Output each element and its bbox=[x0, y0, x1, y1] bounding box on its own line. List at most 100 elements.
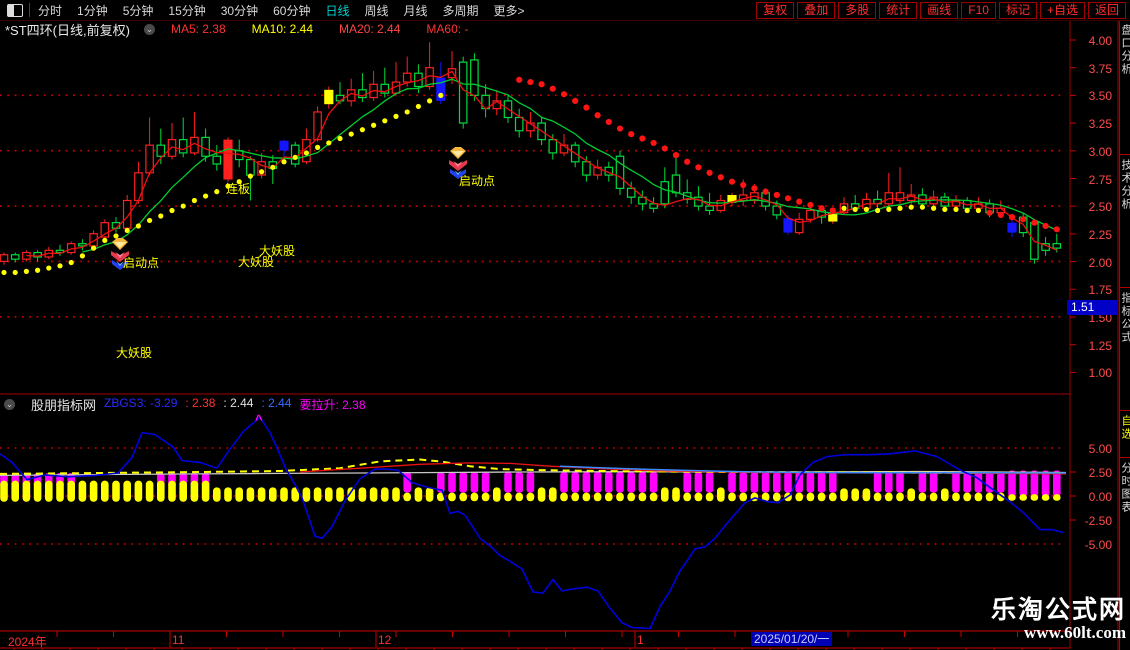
trend-dot-yellow bbox=[68, 259, 74, 266]
indicator-bar-yellow bbox=[705, 492, 714, 502]
indicator-header: ⌄ 股朋指标网 ZBGS3: -3.29: 2.38: 2.44: 2.44 要拉… bbox=[4, 395, 374, 413]
trend-dot-yellow bbox=[897, 205, 903, 211]
indicator-bar-yellow bbox=[683, 492, 691, 502]
indicator-value-2: : 2.44 bbox=[223, 395, 254, 410]
indicator-bar-yellow bbox=[403, 492, 411, 502]
indicator-bar-yellow bbox=[78, 480, 87, 502]
trend-dot-red bbox=[728, 178, 736, 185]
indicator-bar-magenta bbox=[773, 472, 781, 493]
price-axis-label: 3.25 bbox=[1088, 117, 1112, 132]
trend-dot-yellow bbox=[270, 164, 276, 170]
indicator-bar-magenta bbox=[817, 472, 826, 493]
chevron-down-circle-icon[interactable]: ⌄ bbox=[143, 23, 155, 35]
candle-body-marked bbox=[324, 89, 334, 105]
indicator-bar-yellow bbox=[168, 480, 176, 502]
sidebar-tab-2[interactable]: 指标公式 bbox=[1120, 288, 1130, 411]
tab-period-1[interactable]: 1分钟 bbox=[77, 2, 108, 19]
indicator-bar-magenta bbox=[481, 472, 490, 493]
trend-dot-yellow bbox=[191, 197, 197, 204]
toolbar-button-复权[interactable]: 复权 bbox=[756, 1, 795, 19]
trend-dot-yellow bbox=[203, 193, 209, 199]
tab-period-6[interactable]: 日线 bbox=[325, 2, 349, 19]
toolbar-button-返回[interactable]: 返回 bbox=[1087, 1, 1126, 19]
sidebar-tab-3[interactable]: 自选 bbox=[1120, 411, 1130, 458]
candle-body bbox=[1052, 243, 1062, 249]
top-toolbar: 分时 1分钟 5分钟 15分钟 30分钟 60分钟 日线 周线 月线 多周期 更多> 复权 叠加 多股统… bbox=[0, 0, 1130, 21]
trend-dot-yellow bbox=[841, 205, 847, 211]
indicator-bar-yellow bbox=[481, 492, 490, 502]
chart-canvas[interactable]: ^ bbox=[0, 0, 1130, 650]
candle-body bbox=[582, 161, 591, 176]
indicator-bar-yellow bbox=[493, 487, 501, 502]
indicator-bar-yellow bbox=[414, 487, 423, 502]
stock-title: *ST四环(日线,前复权) bbox=[5, 22, 130, 38]
indicator-bar-yellow bbox=[280, 487, 288, 502]
tab-period-0[interactable]: 分时 bbox=[38, 2, 62, 19]
price-axis-label: 3.50 bbox=[1088, 89, 1112, 104]
trend-dot-yellow bbox=[57, 263, 63, 269]
toolbar-button-统计[interactable]: 统计 bbox=[879, 1, 918, 19]
trend-dot-red bbox=[706, 169, 713, 176]
toolbar-button-画线[interactable]: 画线 bbox=[920, 1, 959, 19]
toolbar-button-F10[interactable]: F10 bbox=[961, 1, 996, 19]
indicator-bar-yellow bbox=[829, 492, 837, 502]
indicator-bar-yellow bbox=[616, 492, 624, 502]
indicator-bar-magenta bbox=[571, 472, 579, 493]
indicator-bar-yellow bbox=[638, 492, 647, 502]
tab-period-7[interactable]: 周线 bbox=[364, 2, 388, 19]
indicator-bar-yellow bbox=[537, 487, 546, 502]
trend-dot-red bbox=[661, 145, 668, 152]
indicator-bar-magenta bbox=[605, 472, 613, 493]
indicator-bar-yellow bbox=[190, 480, 199, 502]
tab-period-10[interactable]: 更多> bbox=[494, 2, 525, 19]
sidebar-tab-1[interactable]: 技术分析 bbox=[1120, 155, 1130, 288]
time-axis-label: 11 bbox=[172, 633, 185, 647]
indicator-bar-yellow bbox=[1041, 494, 1050, 501]
window-split-icon[interactable] bbox=[7, 3, 23, 17]
chevron-down-circle-icon[interactable]: ⌄ bbox=[4, 398, 15, 410]
tab-period-9[interactable]: 多周期 bbox=[443, 2, 479, 19]
tab-period-5[interactable]: 60分钟 bbox=[273, 2, 310, 19]
trend-dot-yellow bbox=[281, 159, 287, 165]
ma-value-group: MA5: 2.38 MA10: 2.44 MA20: 2.44 MA60: - bbox=[171, 22, 494, 36]
trend-dot-red bbox=[717, 174, 724, 181]
indicator-bar-yellow bbox=[918, 492, 927, 502]
candle-body bbox=[671, 174, 681, 194]
indicator-bar-yellow bbox=[448, 492, 456, 502]
indicator-bar-magenta bbox=[705, 472, 714, 493]
candle-body bbox=[548, 139, 558, 154]
selected-date-tag[interactable]: 2025/01/20/一 bbox=[751, 632, 833, 646]
trend-dot-yellow bbox=[91, 245, 97, 251]
trend-dot-red bbox=[1053, 226, 1060, 233]
trend-dot-yellow bbox=[292, 154, 298, 160]
tab-period-2[interactable]: 5分钟 bbox=[123, 2, 154, 19]
tab-period-3[interactable]: 15分钟 bbox=[168, 2, 205, 19]
toolbar-button-+自选[interactable]: +自选 bbox=[1039, 1, 1085, 19]
toolbar-button-叠加[interactable]: 叠加 bbox=[797, 1, 836, 19]
tab-period-4[interactable]: 30分钟 bbox=[221, 2, 258, 19]
indicator-bar-yellow bbox=[89, 480, 98, 502]
indicator-bar-magenta bbox=[1008, 470, 1016, 497]
watermark-site-name: 乐淘公式网 bbox=[990, 596, 1126, 624]
indicator-value-3: : 2.44 bbox=[261, 395, 292, 410]
indicator-bar-yellow bbox=[425, 487, 434, 502]
indicator-bar-yellow bbox=[1030, 494, 1039, 501]
toolbar-button-标记[interactable]: 标记 bbox=[998, 1, 1037, 19]
indicator-bar-yellow bbox=[672, 487, 680, 502]
tab-period-8[interactable]: 月线 bbox=[404, 2, 428, 19]
candle-body bbox=[201, 136, 210, 157]
watermark-url: www.60lt.com bbox=[1024, 623, 1126, 642]
price-axis-label: 3.75 bbox=[1088, 61, 1112, 76]
trend-dot-red bbox=[751, 185, 758, 192]
trend-dot-yellow bbox=[404, 109, 410, 115]
toolbar-button-多股[interactable]: 多股 bbox=[838, 1, 877, 19]
trend-dot-yellow bbox=[315, 144, 321, 150]
candle-body-marked bbox=[1007, 222, 1017, 233]
toolbar-button-group: 复权 叠加 多股 统计 画线 F10 标记 +自选 返回 bbox=[753, 1, 1126, 19]
trend-dot-yellow bbox=[1, 269, 7, 276]
indicator-bar-magenta bbox=[1041, 470, 1050, 497]
right-sidebar: 盘口分析 技术分析 指标公式 自选 分时图表 bbox=[1119, 20, 1130, 650]
sidebar-tab-0[interactable]: 盘口分析 bbox=[1120, 20, 1130, 155]
trend-dot-red bbox=[807, 201, 814, 209]
candle-body bbox=[156, 144, 166, 157]
